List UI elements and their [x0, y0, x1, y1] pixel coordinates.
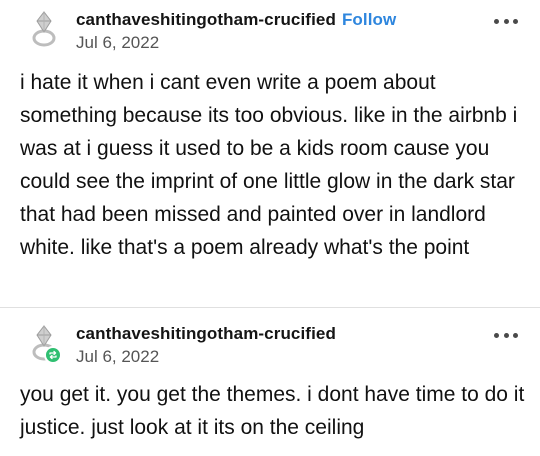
- post-reblog: canthaveshitingotham-crucified Jul 6, 20…: [0, 308, 540, 456]
- ring-avatar-icon[interactable]: [24, 322, 64, 364]
- dot: [503, 18, 509, 24]
- post-body: you get it. you get the themes. i dont h…: [20, 383, 525, 439]
- post-original: canthaveshitingotham-crucified Follow Jul…: [0, 0, 540, 307]
- reblog-icon: [44, 346, 62, 364]
- dot: [513, 18, 518, 24]
- ring-avatar-icon[interactable]: [24, 8, 64, 48]
- username-text[interactable]: canthaveshitingotham-crucified: [76, 10, 336, 29]
- follow-button[interactable]: Follow: [342, 10, 396, 29]
- post-date[interactable]: Jul 6, 2022: [76, 33, 159, 53]
- post-username[interactable]: canthaveshitingotham-crucified Follow: [76, 10, 396, 30]
- dot: [503, 332, 509, 338]
- dot: [513, 332, 518, 338]
- more-options-icon[interactable]: [494, 331, 518, 339]
- post-body: i hate it when i cant even write a poem …: [20, 71, 518, 259]
- post-date[interactable]: Jul 6, 2022: [76, 347, 159, 367]
- dot: [494, 332, 499, 338]
- more-options-icon[interactable]: [494, 17, 518, 25]
- dot: [494, 18, 499, 24]
- post-username[interactable]: canthaveshitingotham-crucified: [76, 324, 336, 344]
